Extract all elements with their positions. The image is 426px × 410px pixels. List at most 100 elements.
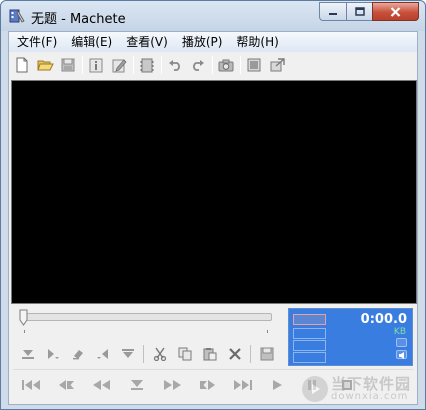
cut-icon <box>153 347 167 361</box>
stop-icon <box>129 379 145 391</box>
machete-app-icon <box>9 8 25 24</box>
undo-icon <box>168 59 182 71</box>
window-title: 无题 - Machete <box>31 12 126 27</box>
info-slot <box>293 352 326 363</box>
delete-icon <box>228 347 242 361</box>
play-button[interactable] <box>263 374 291 396</box>
watermark: 当下软件园 downxia.com <box>301 374 411 402</box>
close-icon <box>390 6 401 17</box>
mark-in-arrow-button[interactable] <box>43 344 63 364</box>
film-button[interactable] <box>137 55 157 75</box>
menu-bar: 文件(F) 编辑(E) 查看(V) 播放(P) 帮助(H) <box>9 32 417 52</box>
prev-mark-icon <box>57 379 77 391</box>
go-start-icon <box>21 379 43 391</box>
rewind-icon <box>92 379 112 391</box>
save-selection-button[interactable] <box>257 344 277 364</box>
slider-tick <box>24 330 25 333</box>
menu-play[interactable]: 播放(P) <box>176 32 229 52</box>
stop-button[interactable] <box>123 374 151 396</box>
edit-info-button[interactable] <box>109 55 129 75</box>
edit-separator <box>143 345 144 363</box>
menu-help[interactable]: 帮助(H) <box>230 32 284 52</box>
mark-in-icon <box>21 348 35 360</box>
toolbar-separator <box>161 56 162 74</box>
row-divider <box>13 369 413 370</box>
erase-icon <box>71 348 85 360</box>
frame-export-icon <box>270 58 285 72</box>
menu-file[interactable]: 文件(F) <box>11 32 63 52</box>
camera-icon <box>218 59 234 72</box>
watermark-cn: 当下软件园 <box>330 374 411 393</box>
volume-icon <box>396 350 407 359</box>
edit-info-icon <box>112 58 127 73</box>
caption-buttons <box>319 2 419 21</box>
mark-in-button[interactable] <box>18 344 38 364</box>
redo-button[interactable] <box>188 55 208 75</box>
paste-button[interactable] <box>200 344 220 364</box>
minimize-icon <box>328 8 338 16</box>
snapshot-button[interactable] <box>216 55 236 75</box>
info-button[interactable] <box>86 55 106 75</box>
frame-icon <box>247 58 261 72</box>
mark-out-button[interactable] <box>118 344 138 364</box>
info-panel: 0:00.0 KB <box>288 308 413 366</box>
info-slot <box>293 340 326 351</box>
cut-button[interactable] <box>150 344 170 364</box>
delete-button[interactable] <box>225 344 245 364</box>
erase-button[interactable] <box>68 344 88 364</box>
next-mark-icon <box>197 379 217 391</box>
watermark-logo-icon <box>301 376 328 402</box>
go-end-button[interactable] <box>228 374 256 396</box>
frame-export-button[interactable] <box>267 55 287 75</box>
main-window: 无题 - Machete 文件(F) 编辑(E) 查看(V) 播放(P) 帮助(… <box>0 0 426 410</box>
fast-forward-icon <box>162 379 182 391</box>
mark-out-icon <box>121 348 135 360</box>
watermark-en: downxia.com <box>330 390 409 402</box>
go-end-icon <box>231 379 253 391</box>
toolbar-separator <box>240 56 241 74</box>
position-slider-thumb[interactable] <box>19 309 28 326</box>
next-mark-button[interactable] <box>193 374 221 396</box>
menu-view[interactable]: 查看(V) <box>120 32 174 52</box>
film-icon <box>140 58 154 73</box>
minimize-button[interactable] <box>319 2 346 21</box>
menu-edit[interactable]: 编辑(E) <box>65 32 118 52</box>
toolbar-separator <box>212 56 213 74</box>
save-icon <box>61 58 75 72</box>
edit-separator <box>250 345 251 363</box>
close-button[interactable] <box>372 2 419 21</box>
info-slot <box>293 328 326 339</box>
time-readout: 0:00.0 <box>360 312 407 327</box>
redo-icon <box>191 59 205 71</box>
open-folder-icon <box>36 58 54 72</box>
toolbar-separator <box>82 56 83 74</box>
info-icon <box>89 58 103 73</box>
mark-out-arrow-button[interactable] <box>93 344 113 364</box>
paste-icon <box>203 347 217 361</box>
rewind-button[interactable] <box>88 374 116 396</box>
fast-forward-button[interactable] <box>158 374 186 396</box>
save-button[interactable] <box>58 55 78 75</box>
copy-icon <box>178 347 192 361</box>
open-button[interactable] <box>35 55 55 75</box>
new-file-icon <box>15 57 29 73</box>
copy-button[interactable] <box>175 344 195 364</box>
save-selection-icon <box>260 347 274 361</box>
frame-button[interactable] <box>244 55 264 75</box>
indicator-icon <box>396 338 407 347</box>
go-start-button[interactable] <box>18 374 46 396</box>
toolbar <box>9 53 417 77</box>
position-slider-track[interactable] <box>22 313 272 321</box>
size-unit-label: KB <box>393 327 406 337</box>
maximize-button[interactable] <box>346 2 372 21</box>
maximize-icon <box>354 7 365 16</box>
new-file-button[interactable] <box>12 55 32 75</box>
prev-mark-button[interactable] <box>53 374 81 396</box>
play-icon <box>270 379 284 391</box>
undo-button[interactable] <box>165 55 185 75</box>
toolbar-separator <box>133 56 134 74</box>
title-bar[interactable]: 无题 - Machete <box>1 1 425 31</box>
info-slot <box>293 314 326 325</box>
video-display[interactable] <box>11 80 417 304</box>
mark-out-arrow-icon <box>96 348 110 360</box>
